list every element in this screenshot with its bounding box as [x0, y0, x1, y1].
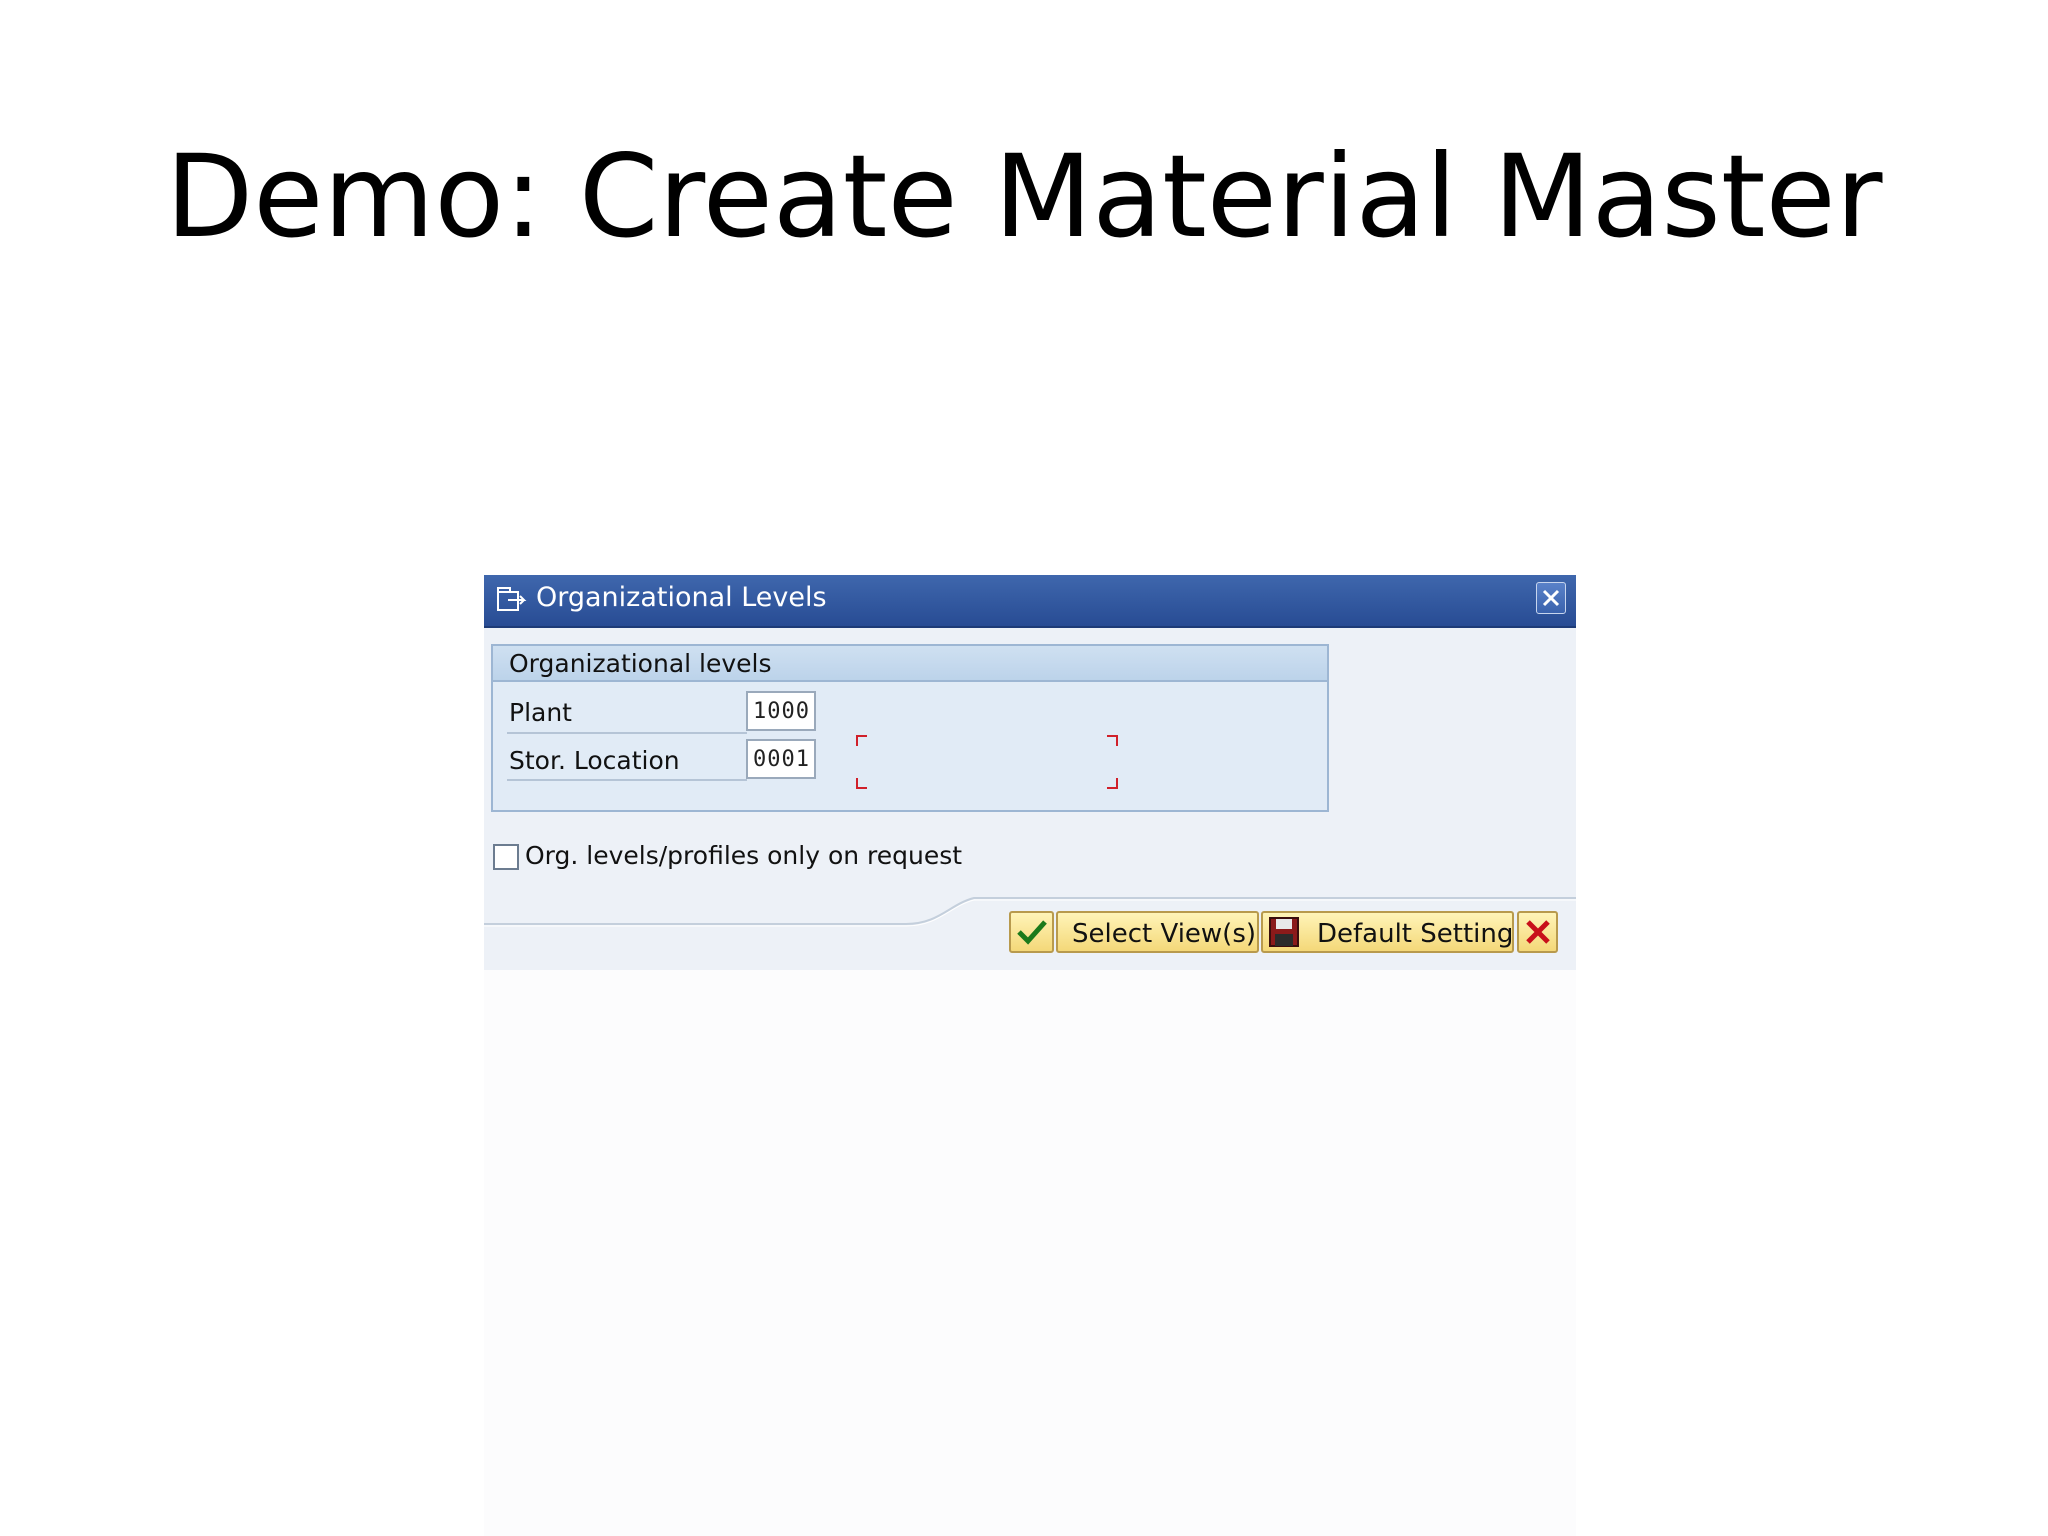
storage-location-input[interactable]: 0001	[746, 739, 816, 779]
window-icon	[496, 586, 528, 614]
close-button[interactable]	[1536, 582, 1566, 614]
plant-input[interactable]: 1000	[746, 691, 816, 731]
checkmark-icon	[1017, 920, 1047, 945]
focus-corner-top-left	[856, 735, 867, 746]
default-setting-button[interactable]: Default Setting	[1261, 911, 1514, 953]
default-setting-label: Default Setting	[1317, 919, 1514, 949]
cancel-button[interactable]	[1517, 911, 1558, 953]
slide-title: Demo: Create Material Master	[165, 130, 1883, 263]
org-levels-on-request-checkbox[interactable]	[493, 844, 519, 870]
storage-location-label: Stor. Location	[509, 746, 680, 775]
dialog-title: Organizational Levels	[536, 582, 827, 613]
cancel-x-icon	[1526, 920, 1550, 944]
focus-corner-top-right	[1107, 735, 1118, 746]
dialog-titlebar[interactable]: Organizational Levels	[484, 575, 1576, 628]
storage-location-label-underline	[507, 779, 747, 781]
select-views-button[interactable]: Select View(s)	[1056, 911, 1259, 953]
plant-label: Plant	[509, 698, 572, 727]
group-title: Organizational levels	[509, 649, 772, 678]
organizational-levels-dialog: Organizational Levels Organizational lev…	[484, 575, 1576, 970]
org-levels-on-request-label: Org. levels/profiles only on request	[525, 841, 963, 870]
save-icon	[1269, 917, 1299, 947]
focus-corner-bottom-left	[856, 778, 867, 789]
organizational-levels-group: Organizational levels Plant 1000 Stor. L…	[491, 644, 1329, 812]
plant-label-underline	[507, 732, 747, 734]
group-header: Organizational levels	[493, 646, 1327, 682]
close-icon	[1542, 589, 1560, 607]
focus-corner-bottom-right	[1107, 778, 1118, 789]
confirm-button[interactable]	[1009, 911, 1054, 953]
select-views-label: Select View(s)	[1072, 919, 1257, 949]
